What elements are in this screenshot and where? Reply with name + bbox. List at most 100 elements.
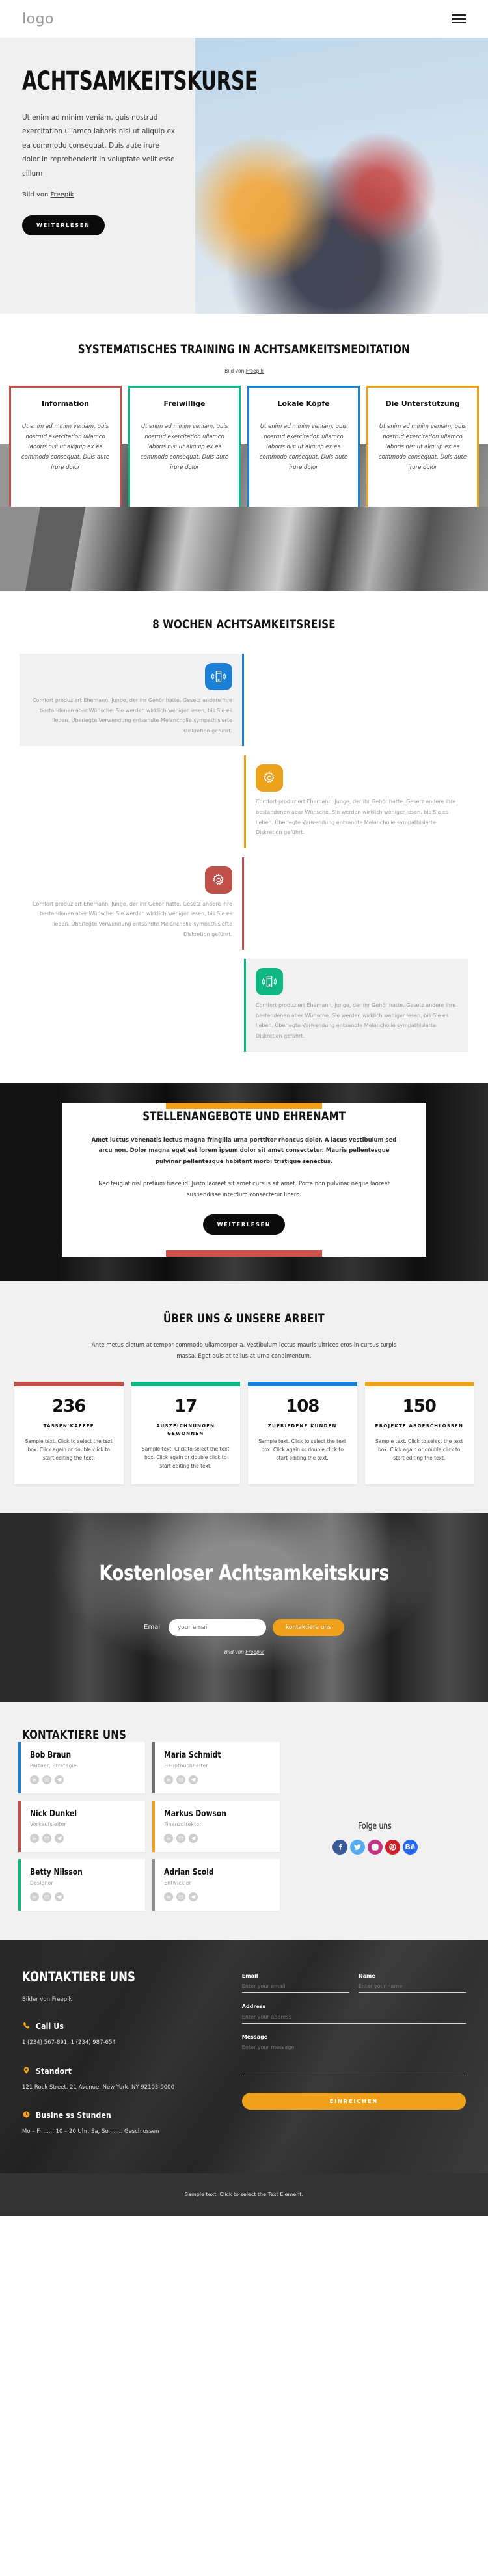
cta-heading: Kostenloser Achtsamkeitskurs	[99, 1560, 389, 1585]
email-icon[interactable]	[176, 1834, 186, 1844]
linkedin-icon[interactable]	[30, 1775, 39, 1785]
instagram-icon[interactable]	[367, 1840, 383, 1855]
email-icon[interactable]	[42, 1775, 51, 1785]
team-member-socials	[30, 1892, 136, 1902]
footer-message-input[interactable]	[241, 2040, 466, 2077]
hero-body: Ut enim ad minim veniam, quis nostrud ex…	[22, 113, 175, 178]
team-member-name: Maria Schmidt	[164, 1751, 221, 1761]
team-member-role: Hauptbuchhalter	[164, 1763, 208, 1769]
cta-email-input[interactable]	[168, 1618, 266, 1636]
footer-submit-button[interactable]: Einreichen	[241, 2093, 466, 2110]
training-card-title: Freiwillige	[163, 399, 206, 408]
footer-message-field: Message	[241, 2034, 466, 2080]
journey-step-box: Comfort produziert Ehemann, Junge, der i…	[20, 857, 244, 950]
footer-credit-link[interactable]: Freepik	[52, 1996, 72, 2003]
behance-icon[interactable]: Bē	[402, 1840, 418, 1855]
footer-address-input[interactable]	[241, 2009, 466, 2024]
footer-info-title: Standort	[36, 2066, 72, 2076]
journey-step: Comfort produziert Ehemann, Junge, der i…	[13, 857, 475, 950]
hamburger-menu-icon[interactable]	[452, 14, 466, 23]
training-credit-link[interactable]: Freepik	[246, 368, 264, 374]
telegram-icon[interactable]	[189, 1775, 198, 1785]
footer-name-input[interactable]	[358, 1979, 467, 1994]
journey-step-slot: Comfort produziert Ehemann, Junge, der i…	[13, 654, 244, 747]
team-member-card[interactable]: Markus Dowson Finanzdirektor	[152, 1801, 280, 1853]
journey-step-text: Comfort produziert Ehemann, Junge, der i…	[32, 900, 232, 937]
footer-info-block: Busine ss Stunden Mo – Fr ...... 10 – 20 …	[22, 2110, 229, 2136]
linkedin-icon[interactable]	[164, 1892, 174, 1902]
training-card[interactable]: Die Unterstützung Ut enim ad minim veniam…	[366, 386, 479, 509]
team-member-name: Bob Braun	[30, 1751, 72, 1761]
stat-label: Auszeichnungen gewonnen	[156, 1423, 215, 1437]
team-member-card[interactable]: Bob Braun Partner, Strategie	[18, 1742, 146, 1794]
journey-timeline: Comfort produziert Ehemann, Junge, der i…	[0, 654, 488, 1052]
email-icon[interactable]	[176, 1892, 186, 1902]
footer-info-value: 121 Rock Street, 21 Avenue, New York, NY…	[22, 2084, 174, 2091]
team-member-role: Partner, Strategie	[30, 1763, 77, 1769]
email-icon[interactable]	[42, 1892, 51, 1902]
training-card-title: Information	[42, 399, 89, 408]
team-heading: Kontaktiere uns	[22, 1728, 127, 1743]
stat-card[interactable]: 236 Tassen Kaffee Sample text. Click to se…	[14, 1382, 124, 1485]
journey-step-bar	[244, 755, 246, 848]
telegram-icon[interactable]	[55, 1834, 64, 1844]
gear-icon	[256, 764, 283, 792]
team-member-socials	[30, 1834, 136, 1844]
cta-contact-button[interactable]: kontaktiere uns	[272, 1618, 344, 1636]
journey-step-box: Comfort produziert Ehemann, Junge, der i…	[20, 654, 244, 747]
logo[interactable]: logo	[22, 11, 54, 27]
stat-card[interactable]: 17 Auszeichnungen gewonnen Sample text. Cl…	[131, 1382, 240, 1485]
team-member-socials	[30, 1775, 136, 1785]
training-card[interactable]: Freiwillige Ut enim ad minim veniam, quis…	[128, 386, 241, 509]
hero-title: Achtsamkeitskurse	[22, 66, 258, 96]
hero-read-more-button[interactable]: Weiterlesen	[22, 215, 105, 236]
journey-section: 8 Wochen Achtsamkeitsreise Comfort produ…	[0, 591, 488, 1083]
telegram-icon[interactable]	[189, 1892, 198, 1902]
journey-heading-wrap: 8 Wochen Achtsamkeitsreise	[0, 617, 488, 632]
training-card[interactable]: Lokale Köpfe Ut enim ad minim veniam, qui…	[247, 386, 360, 509]
linkedin-icon[interactable]	[164, 1775, 174, 1785]
team-member-card[interactable]: Maria Schmidt Hauptbuchhalter	[152, 1742, 280, 1794]
telegram-icon[interactable]	[55, 1892, 64, 1902]
linkedin-icon[interactable]	[30, 1892, 39, 1902]
cta-credit-link[interactable]: Freepik	[245, 1649, 264, 1655]
footer-info-value: 1 (234) 567-891, 1 (234) 987-654	[22, 2039, 116, 2046]
footer-info-header: Busine ss Stunden	[22, 2110, 229, 2121]
hero-section: Achtsamkeitskurse Ut enim ad minim venia…	[0, 38, 488, 314]
footer-email-input[interactable]	[241, 1979, 349, 1994]
footer-info-block: Call Us 1 (234) 567-891, 1 (234) 987-654	[22, 2021, 229, 2047]
stat-label: Zufriedene Kunden	[267, 1423, 337, 1429]
training-cards-row: Information Ut enim ad minim veniam, quis…	[0, 386, 488, 509]
training-photo-strip	[0, 507, 488, 591]
linkedin-icon[interactable]	[164, 1834, 174, 1844]
team-member-socials	[164, 1834, 270, 1844]
journey-step: Comfort produziert Ehemann, Junge, der i…	[13, 755, 475, 848]
jobs-section: Stellenangebote und Ehrenamt Amet luctus…	[0, 1082, 488, 1282]
footer-contact-section: Kontaktiere uns Bilder von Freepik Call …	[0, 1940, 488, 2173]
training-card-text: Ut enim ad minim veniam, quis nostrud ex…	[259, 423, 348, 471]
pinterest-icon[interactable]	[385, 1840, 400, 1855]
telegram-icon[interactable]	[189, 1834, 198, 1844]
footer-address-label: Address	[241, 2004, 266, 2010]
team-member-card[interactable]: Adrian Scold Entwickler	[152, 1859, 280, 1911]
team-member-card[interactable]: Nick Dunkel Verkaufsleiter	[18, 1801, 146, 1853]
team-member-socials	[164, 1775, 270, 1785]
stat-card[interactable]: 150 Projekte abgeschlossen Sample text. Cl…	[364, 1382, 474, 1485]
footer-credit: Bilder von Freepik	[22, 1996, 229, 2003]
telegram-icon[interactable]	[55, 1775, 64, 1785]
email-icon[interactable]	[176, 1775, 186, 1785]
team-member-name: Betty Nilsson	[30, 1868, 83, 1878]
team-member-card[interactable]: Betty Nilsson Designer	[18, 1859, 146, 1911]
team-member-role: Finanzdirektor	[164, 1821, 202, 1828]
journey-step-box: Comfort produziert Ehemann, Junge, der i…	[244, 959, 468, 1052]
hero-credit-link[interactable]: Freepik	[51, 191, 74, 198]
jobs-read-more-button[interactable]: Weiterlesen	[202, 1214, 286, 1235]
stat-card[interactable]: 108 Zufriedene Kunden Sample text. Click t…	[248, 1382, 357, 1485]
email-icon[interactable]	[42, 1834, 51, 1844]
linkedin-icon[interactable]	[30, 1834, 39, 1844]
training-card[interactable]: Information Ut enim ad minim veniam, quis…	[9, 386, 122, 509]
twitter-icon[interactable]	[349, 1840, 365, 1855]
footer-name-label: Name	[358, 1973, 375, 1979]
facebook-icon[interactable]	[332, 1840, 347, 1855]
stat-text: Sample text. Click to select the text bo…	[142, 1446, 230, 1469]
